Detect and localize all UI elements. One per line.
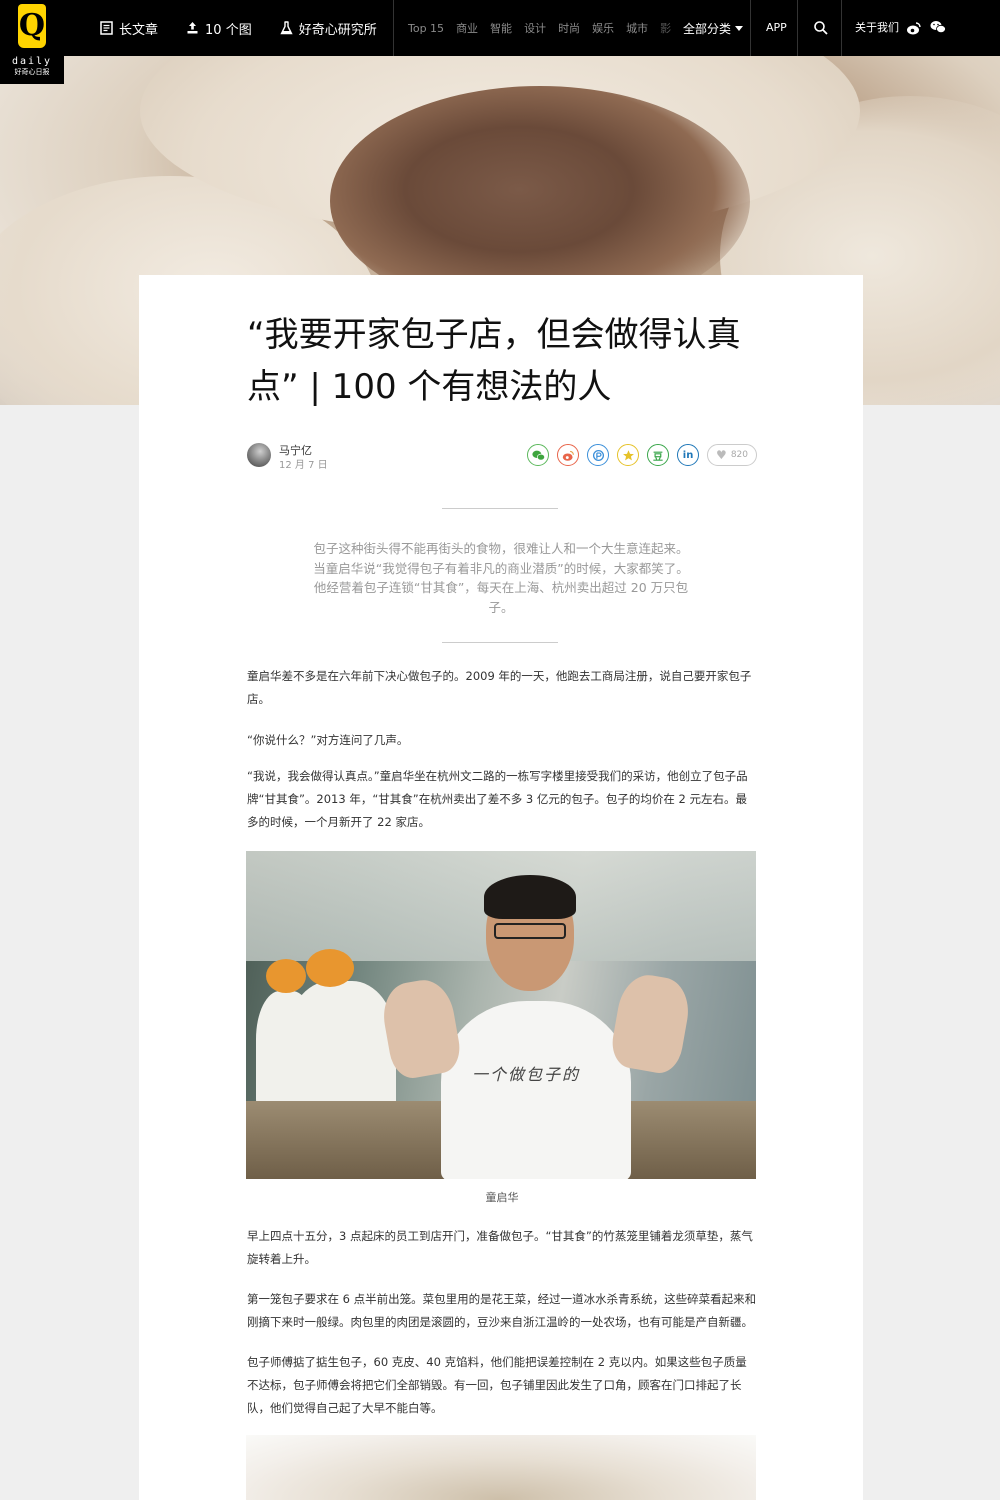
caret-down-icon	[735, 25, 744, 31]
linkedin-icon: in	[682, 449, 694, 461]
upload-icon	[187, 22, 198, 34]
share-douban-button[interactable]: 豆	[647, 444, 670, 466]
nav-item-long-articles[interactable]: 长文章	[100, 19, 158, 38]
document-icon	[100, 21, 113, 35]
article-photo-2[interactable]	[246, 1435, 756, 1500]
weibo-icon[interactable]	[906, 20, 922, 36]
app-link[interactable]: APP	[766, 0, 787, 56]
photo-man-hair	[484, 875, 576, 919]
search-icon[interactable]	[813, 20, 829, 36]
category-design[interactable]: 设计	[524, 20, 546, 36]
category-top15[interactable]: Top 15	[408, 22, 444, 35]
photo-worker-hat	[306, 949, 354, 987]
nav-item-lab[interactable]: 好奇心研究所	[280, 19, 377, 38]
photo-man-hand	[608, 970, 694, 1077]
summary-divider-top	[442, 508, 558, 509]
share-linkedin-button[interactable]: in	[677, 444, 700, 466]
nav-item-label: 10 个图	[205, 22, 252, 38]
category-city[interactable]: 城市	[626, 20, 648, 36]
article-paragraph: 童启华差不多是在六年前下决心做包子的。2009 年的一天，他跑去工商局注册，说自…	[247, 669, 752, 706]
main-nav: 长文章 10 个图 好奇心研究所	[100, 0, 405, 56]
about-us-link[interactable]: 关于我们	[855, 0, 899, 56]
star-icon	[622, 449, 634, 460]
article-card: “我要开家包子店，但会做得认真点” | 100 个有想法的人 马宁亿 12 月 …	[139, 275, 863, 1500]
top-navigation-bar: 长文章 10 个图 好奇心研究所 Top 15 商业 智能 设计 时尚 娱乐 城…	[0, 0, 1000, 56]
article-paragraph: 早上四点十五分，3 点起床的员工到店开门，准备做包子。“甘其食”的竹蒸笼里铺着龙…	[247, 1229, 753, 1266]
article-paragraph: “你说什么？”对方连问了几声。	[247, 733, 409, 747]
flask-icon	[280, 21, 293, 35]
category-entertainment[interactable]: 娱乐	[592, 20, 614, 36]
logo-q-mark: Q	[18, 4, 46, 48]
category-fashion[interactable]: 时尚	[558, 20, 580, 36]
logo-wordmark: daily	[11, 56, 53, 67]
article-photo[interactable]: 一个做包子的	[246, 851, 756, 1179]
nav-item-label: 长文章	[119, 22, 159, 38]
category-business[interactable]: 商业	[456, 20, 478, 36]
nav-item-ten-pictures[interactable]: 10 个图	[186, 19, 252, 38]
heart-icon: ♥	[716, 448, 727, 462]
photo-man-shirt	[441, 1001, 631, 1179]
article-title: “我要开家包子店，但会做得认真点” | 100 个有想法的人	[247, 315, 741, 407]
photo-worker-hat	[266, 959, 306, 993]
share-bar: 豆 in ♥ 820	[519, 444, 757, 466]
article-paragraph: 第一笼包子要求在 6 点半前出笼。菜包里用的是花王菜，经过一道冰水杀青系统，这些…	[247, 1292, 757, 1329]
share-wechat-button[interactable]	[527, 444, 550, 466]
nav-divider	[750, 0, 751, 56]
author-avatar[interactable]	[247, 443, 271, 467]
summary-divider-bottom	[442, 642, 558, 643]
like-button[interactable]: ♥ 820	[707, 444, 757, 466]
photo-caption: 童启华	[485, 1191, 519, 1204]
all-categories-label: 全部分类	[683, 21, 732, 36]
share-favorite-button[interactable]	[617, 444, 640, 466]
photo-man-glasses	[494, 923, 566, 939]
category-intelligence[interactable]: 智能	[490, 20, 512, 36]
publish-date: 12 月 7 日	[279, 460, 328, 471]
weibo-icon	[562, 450, 574, 461]
share-pocket-button[interactable]	[587, 444, 610, 466]
nav-divider	[797, 0, 798, 56]
author-row: 马宁亿 12 月 7 日 豆 in ♥ 820	[247, 441, 757, 471]
share-weibo-button[interactable]	[557, 444, 580, 466]
article-paragraph: 包子师傅掂了掂生包子，60 克皮、40 克馅料，他们能把误差控制在 2 克以内。…	[247, 1355, 747, 1415]
category-film[interactable]: 影	[660, 20, 671, 36]
article-summary: 包子这种街头得不能再街头的食物，很难让人和一个大生意连起来。当童启华说“我觉得包…	[313, 541, 689, 615]
photo-shirt-text: 一个做包子的	[472, 1065, 581, 1084]
site-logo[interactable]: Q daily 好奇心日报	[0, 0, 64, 84]
all-categories-dropdown[interactable]: 全部分类	[683, 0, 744, 56]
nav-item-label: 好奇心研究所	[298, 22, 377, 38]
douban-icon: 豆	[653, 451, 664, 463]
article-paragraph: “我说，我会做得认真点。”童启华坐在杭州文二路的一栋写字楼里接受我们的采访，他创…	[247, 769, 748, 829]
like-count: 820	[730, 450, 748, 460]
logo-subtitle: 好奇心日报	[14, 68, 50, 76]
pocket-icon	[592, 449, 604, 461]
wechat-icon[interactable]	[930, 19, 946, 35]
wechat-icon	[531, 450, 545, 460]
category-nav: Top 15 商业 智能 设计 时尚 娱乐 城市 影	[408, 0, 683, 56]
nav-divider	[393, 0, 394, 56]
nav-divider	[841, 0, 842, 56]
